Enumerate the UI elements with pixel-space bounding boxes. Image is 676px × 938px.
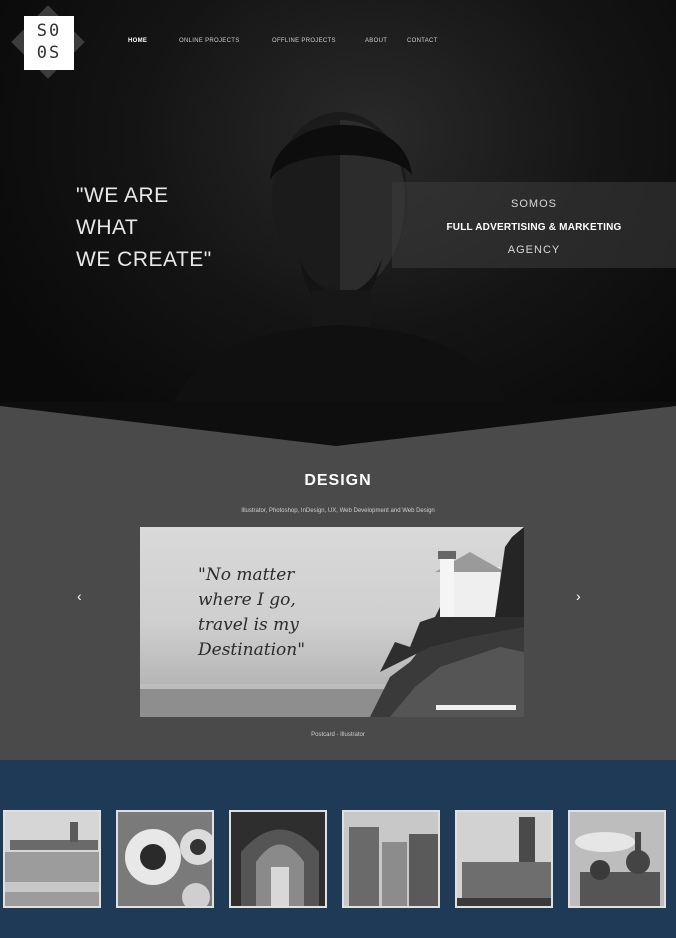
gallery-thumb-pier[interactable] [3, 810, 101, 908]
agency-line3: AGENCY [507, 244, 561, 256]
old-town-image [344, 812, 438, 906]
carousel-prev-arrow[interactable]: ‹ [77, 588, 82, 604]
slide-caption: Postcard - Illustrator [311, 732, 365, 738]
hero-quote-line1: "WE ARE [76, 184, 169, 207]
design-section: DESIGN Illustrator, Photoshop, InDesign,… [0, 402, 676, 760]
slide-quote-line2: where I go, [198, 590, 296, 610]
slide-quote-line4: Destination" [198, 640, 306, 660]
nav-item-offline-projects[interactable]: OFFLINE PROJECTS [272, 38, 336, 44]
agency-panel: SOMOS FULL ADVERTISING & MARKETING AGENC… [392, 182, 676, 268]
gallery-thumb-domes[interactable] [568, 810, 666, 908]
slide-quote-line3: travel is my [198, 615, 299, 635]
domes-image [570, 812, 664, 906]
hero-bottom-wedge [0, 402, 676, 446]
logo-text-line1: S0 [36, 21, 62, 41]
tower-image [457, 812, 551, 906]
slide-quote-line1: "No matter [198, 565, 295, 585]
gallery-thumb-sunflowers[interactable] [116, 810, 214, 908]
gallery-thumb-cathedral[interactable] [229, 810, 327, 908]
gallery-thumb-tower[interactable] [455, 810, 553, 908]
cathedral-image [231, 812, 325, 906]
logo[interactable]: S0 0S [11, 5, 86, 80]
agency-line1: SOMOS [511, 198, 557, 210]
nav-item-home[interactable]: HOME [128, 38, 147, 44]
gallery-thumb-old-town[interactable] [342, 810, 440, 908]
carousel-slide[interactable]: "No matter where I go, travel is my Dest… [140, 527, 524, 717]
gallery-section [0, 760, 676, 938]
sunflower-image [118, 812, 212, 906]
carousel-next-arrow[interactable]: › [576, 588, 581, 604]
pier-image [5, 812, 99, 906]
design-subtitle: Illustrator, Photoshop, InDesign, UX, We… [241, 508, 435, 514]
slide-quote-text: "No matter where I go, travel is my Dest… [198, 563, 305, 663]
logo-box: S0 0S [24, 16, 74, 70]
nav-item-about[interactable]: ABOUT [365, 38, 387, 44]
design-title: DESIGN [304, 472, 372, 489]
agency-line2: FULL ADVERTISING & MARKETING [446, 222, 622, 233]
hero-quote-line2: WHAT [76, 216, 139, 239]
nav-item-online-projects[interactable]: ONLINE PROJECTS [179, 38, 240, 44]
hero-section: S0 0S HOME ONLINE PROJECTS OFFLINE PROJE… [0, 0, 676, 450]
hero-quote: "WE ARE WHAT WE CREATE" [76, 180, 212, 276]
hero-quote-line3: WE CREATE" [76, 248, 212, 271]
nav-item-contact[interactable]: CONTACT [407, 38, 438, 44]
logo-text-line2: 0S [36, 43, 62, 63]
